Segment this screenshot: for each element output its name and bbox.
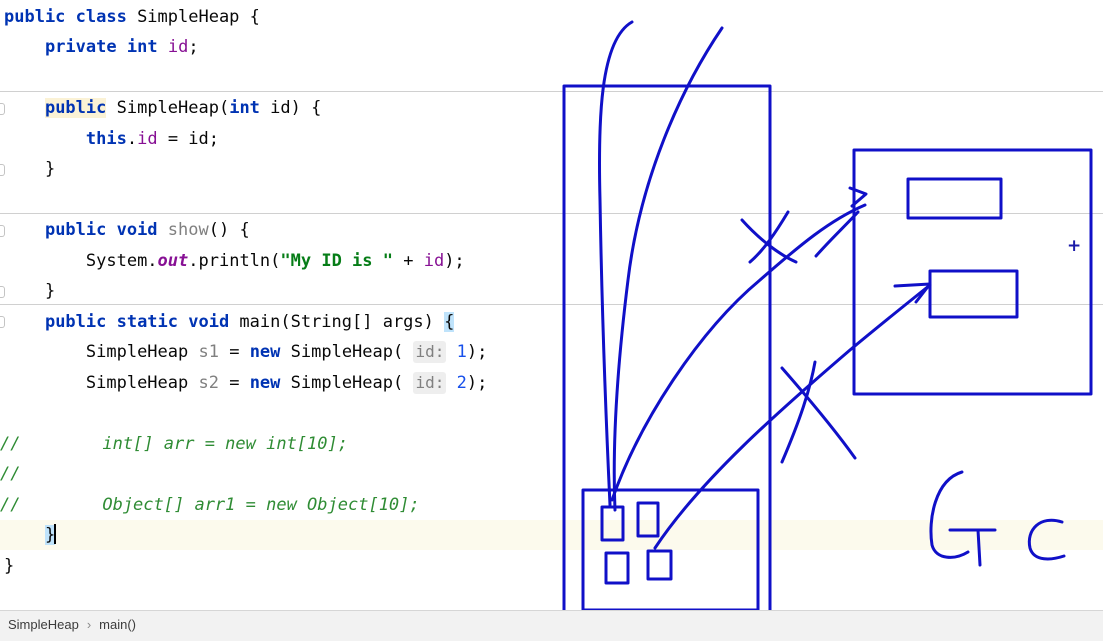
type-name: SimpleHeap — [85, 342, 199, 362]
static-field: out — [157, 251, 189, 271]
code-line[interactable]: public static void main(String[] args) { — [0, 307, 1103, 337]
code-line[interactable]: // int[] arr = new int[10]; — [0, 429, 1103, 459]
pen-stroke — [848, 186, 868, 208]
keyword: this — [85, 129, 127, 149]
code-line[interactable]: private int id; — [0, 32, 1103, 62]
code-text: = — [218, 342, 250, 362]
code-text: ); — [466, 342, 488, 362]
keyword: public static void — [44, 312, 230, 332]
comment: // int[] arr = new int[10]; — [0, 434, 348, 454]
code-line[interactable]: public void show() { — [0, 215, 1103, 245]
parameter-hint: id: — [413, 341, 447, 363]
comment: // Object[] arr1 = new Object[10]; — [0, 495, 420, 515]
field-name: id — [423, 251, 445, 271]
code-text: () { — [208, 220, 250, 240]
breadcrumb: SimpleHeap › main() — [0, 610, 1103, 641]
type-name: SimpleHeap — [85, 373, 199, 393]
code-text: ; — [188, 37, 199, 57]
code-text: SimpleHeap { — [126, 7, 260, 27]
code-text: SimpleHeap( — [106, 98, 230, 118]
code-line[interactable]: public SimpleHeap(int id) { — [0, 93, 1103, 123]
code-text: = — [218, 373, 250, 393]
comment: // — [0, 464, 21, 484]
keyword: int — [229, 98, 260, 118]
closing-brace: } — [4, 556, 15, 576]
code-line[interactable]: SimpleHeap s1 = new SimpleHeap( id: 1); — [0, 337, 1103, 367]
code-line[interactable]: public class SimpleHeap { — [0, 2, 1103, 32]
plus-icon: + — [1067, 236, 1082, 256]
code-text: ); — [466, 373, 488, 393]
code-line[interactable]: // Object[] arr1 = new Object[10]; — [0, 490, 1103, 520]
number-literal: 1 — [456, 342, 467, 362]
closing-brace: } — [44, 159, 56, 179]
field-name: id — [167, 37, 189, 57]
code-text: main(String[] args) — [229, 312, 445, 332]
breadcrumb-class[interactable]: SimpleHeap — [8, 617, 79, 632]
code-line[interactable]: // — [0, 459, 1103, 489]
keyword: public class — [4, 7, 127, 27]
code-editor[interactable]: public class SimpleHeap { private int id… — [0, 0, 1103, 610]
variable-name: s2 — [198, 373, 219, 393]
code-text: ); — [444, 251, 465, 271]
code-line[interactable]: System.out.println("My ID is " + id); — [0, 246, 1103, 276]
code-line[interactable]: SimpleHeap s2 = new SimpleHeap( id: 2); — [0, 368, 1103, 398]
matched-brace: { — [444, 312, 455, 332]
string-literal: "My ID is " — [280, 251, 393, 271]
code-text: SimpleHeap( — [280, 373, 414, 393]
keyword: private — [44, 37, 117, 57]
keyword: public void — [44, 220, 158, 240]
parameter-hint: id: — [413, 372, 447, 394]
closing-brace: } — [44, 281, 56, 301]
code-line[interactable]: } — [0, 551, 1103, 581]
code-text: . — [126, 129, 138, 149]
current-code-line[interactable]: } — [0, 520, 1103, 550]
breadcrumb-method[interactable]: main() — [99, 617, 136, 632]
text-caret — [54, 524, 57, 544]
number-literal: 2 — [456, 373, 467, 393]
method-separator — [0, 91, 1103, 92]
method-name: show — [167, 220, 209, 240]
keyword: new — [249, 342, 281, 362]
variable-name: s1 — [198, 342, 219, 362]
keyword: new — [249, 373, 281, 393]
keyword: public — [44, 98, 107, 118]
code-text: = id; — [157, 129, 219, 149]
field-name: id — [137, 129, 158, 149]
code-line[interactable]: this.id = id; — [0, 124, 1103, 154]
code-text: SimpleHeap( — [280, 342, 414, 362]
keyword: int — [126, 37, 158, 57]
code-line[interactable]: } — [0, 154, 1103, 184]
code-text: id) { — [259, 98, 322, 118]
code-line[interactable]: } — [0, 276, 1103, 306]
code-text: System. — [85, 251, 158, 271]
method-separator — [0, 213, 1103, 214]
code-text: .println( — [188, 251, 281, 271]
code-text: + — [392, 251, 424, 271]
chevron-right-icon: › — [86, 617, 92, 632]
